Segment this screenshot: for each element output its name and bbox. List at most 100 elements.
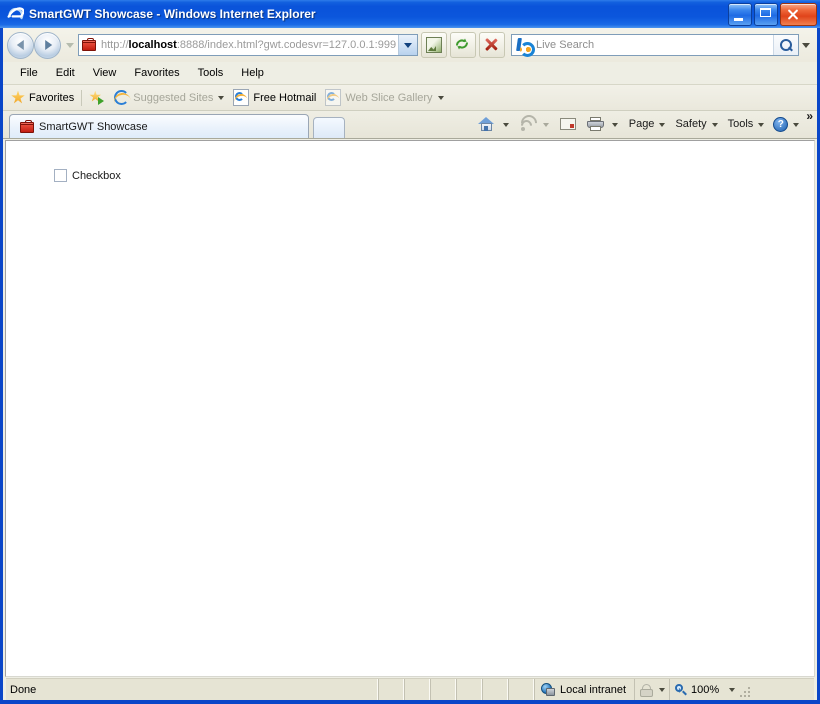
command-bar: Page Safety Tools ? » bbox=[475, 110, 817, 138]
toolbox-favicon bbox=[81, 37, 97, 53]
help-icon: ? bbox=[773, 116, 789, 132]
favorites-button-label: Favorites bbox=[29, 91, 75, 104]
tools-menu-label: Tools bbox=[727, 118, 754, 130]
safety-menu-label: Safety bbox=[675, 118, 707, 130]
progress-cell bbox=[456, 679, 482, 700]
security-zone[interactable]: Local intranet bbox=[534, 679, 634, 700]
menu-item-help[interactable]: Help bbox=[232, 65, 273, 81]
home-chevron-down-icon[interactable] bbox=[502, 122, 509, 127]
maximize-button[interactable] bbox=[754, 3, 778, 26]
back-button[interactable] bbox=[7, 31, 34, 59]
feeds-chevron-down-icon[interactable] bbox=[542, 122, 549, 127]
favorites-bar: Favorites Suggested Sites Free Hotmail W… bbox=[3, 85, 817, 111]
url-scheme: http:// bbox=[101, 39, 129, 51]
ie-document-icon bbox=[325, 89, 342, 106]
resize-grip[interactable] bbox=[739, 686, 753, 700]
zoom-level: 100% bbox=[691, 683, 720, 696]
add-to-favorites-bar-button[interactable] bbox=[89, 90, 108, 105]
favorites-button[interactable]: Favorites bbox=[11, 90, 75, 105]
ie-icon bbox=[112, 90, 132, 105]
address-toolbar: http://localhost:8888/index.html?gwt.cod… bbox=[3, 28, 817, 62]
refresh-button[interactable] bbox=[450, 32, 476, 58]
address-dropdown-chevron-down-icon[interactable] bbox=[398, 35, 417, 55]
favorites-item-label: Web Slice Gallery bbox=[345, 91, 433, 104]
overflow-button[interactable]: » bbox=[806, 110, 813, 122]
page-menu-button[interactable]: Page bbox=[626, 113, 669, 135]
menu-item-favorites[interactable]: Favorites bbox=[125, 65, 188, 81]
feeds-button[interactable] bbox=[517, 111, 541, 135]
menu-bar: File Edit View Favorites Tools Help bbox=[3, 62, 817, 85]
minimize-button[interactable] bbox=[728, 3, 752, 26]
tools-menu-button[interactable]: Tools bbox=[725, 113, 768, 135]
status-text: Done bbox=[6, 679, 378, 700]
progress-cell bbox=[482, 679, 508, 700]
bing-icon bbox=[516, 38, 535, 57]
window-controls bbox=[728, 3, 817, 26]
chevron-down-icon[interactable] bbox=[437, 96, 444, 100]
search-icon bbox=[780, 39, 792, 51]
tab-bar: SmartGWT Showcase Page Safety Tools ? » bbox=[3, 110, 817, 139]
zoom-control[interactable]: + 100% bbox=[669, 679, 739, 700]
stop-button[interactable] bbox=[479, 32, 505, 58]
protected-mode-indicator[interactable] bbox=[634, 679, 669, 700]
search-button[interactable] bbox=[773, 35, 798, 55]
checkbox-widget[interactable]: Checkbox bbox=[54, 169, 121, 182]
page-menu-label: Page bbox=[628, 118, 655, 130]
compatibility-view-icon bbox=[426, 37, 442, 53]
help-menu-button[interactable]: ? bbox=[770, 113, 802, 135]
lock-icon bbox=[639, 683, 654, 697]
favorites-item-free-hotmail[interactable]: Free Hotmail bbox=[233, 89, 316, 106]
favorites-item-label: Suggested Sites bbox=[133, 91, 214, 104]
menu-item-file[interactable]: File bbox=[11, 65, 47, 81]
search-options-chevron-down-icon[interactable] bbox=[799, 34, 813, 56]
printer-icon bbox=[586, 117, 604, 131]
chevron-down-icon bbox=[711, 122, 718, 127]
progress-cell bbox=[508, 679, 534, 700]
compatibility-view-button[interactable] bbox=[421, 32, 447, 58]
client-area: http://localhost:8888/index.html?gwt.cod… bbox=[3, 28, 817, 700]
chevron-down-icon bbox=[758, 122, 765, 127]
tab-smartgwt-showcase[interactable]: SmartGWT Showcase bbox=[9, 114, 309, 138]
favorites-item-web-slice-gallery[interactable]: Web Slice Gallery bbox=[325, 89, 444, 106]
read-mail-button[interactable] bbox=[557, 113, 579, 135]
checkbox-input[interactable] bbox=[54, 169, 67, 182]
print-button[interactable] bbox=[584, 113, 607, 135]
safety-menu-button[interactable]: Safety bbox=[672, 113, 720, 135]
title-bar: SmartGWT Showcase - Windows Internet Exp… bbox=[0, 0, 820, 28]
favorites-item-label: Free Hotmail bbox=[253, 91, 317, 104]
progress-cell bbox=[404, 679, 430, 700]
home-button[interactable] bbox=[475, 113, 498, 135]
menu-item-tools[interactable]: Tools bbox=[189, 65, 233, 81]
page-content: Checkbox bbox=[5, 140, 815, 677]
chevron-down-icon bbox=[659, 122, 666, 127]
ie-document-icon bbox=[233, 89, 250, 106]
chevron-down-icon[interactable] bbox=[729, 688, 736, 692]
stop-icon bbox=[485, 38, 498, 51]
new-tab-button[interactable] bbox=[313, 117, 345, 138]
chevron-down-icon[interactable] bbox=[659, 688, 666, 692]
menu-item-edit[interactable]: Edit bbox=[47, 65, 84, 81]
mail-icon bbox=[559, 118, 576, 130]
window-bottom-frame bbox=[0, 700, 820, 704]
home-icon bbox=[477, 116, 495, 132]
progress-cell bbox=[378, 679, 404, 700]
print-chevron-down-icon[interactable] bbox=[611, 122, 618, 127]
close-button[interactable] bbox=[780, 3, 817, 26]
chevron-down-icon bbox=[793, 122, 800, 127]
refresh-icon bbox=[454, 36, 470, 52]
add-star-icon bbox=[89, 90, 105, 105]
checkbox-label: Checkbox bbox=[72, 169, 121, 182]
forward-button[interactable] bbox=[34, 31, 61, 59]
url-rest: :8888/index.html?gwt.codesvr=127.0.0.1:9… bbox=[176, 39, 397, 51]
chevron-down-icon[interactable] bbox=[218, 96, 225, 100]
recent-pages-chevron-down-icon[interactable] bbox=[66, 42, 74, 48]
favorites-item-suggested-sites[interactable]: Suggested Sites bbox=[112, 90, 225, 105]
menu-item-view[interactable]: View bbox=[84, 65, 126, 81]
page-viewport: Checkbox bbox=[3, 139, 817, 678]
ie-logo-icon bbox=[6, 5, 25, 23]
rss-icon bbox=[517, 111, 541, 134]
search-input[interactable]: Live Search bbox=[511, 34, 799, 57]
tab-label: SmartGWT Showcase bbox=[39, 120, 148, 133]
security-zone-label: Local intranet bbox=[560, 683, 627, 696]
address-bar[interactable]: http://localhost:8888/index.html?gwt.cod… bbox=[78, 34, 418, 56]
